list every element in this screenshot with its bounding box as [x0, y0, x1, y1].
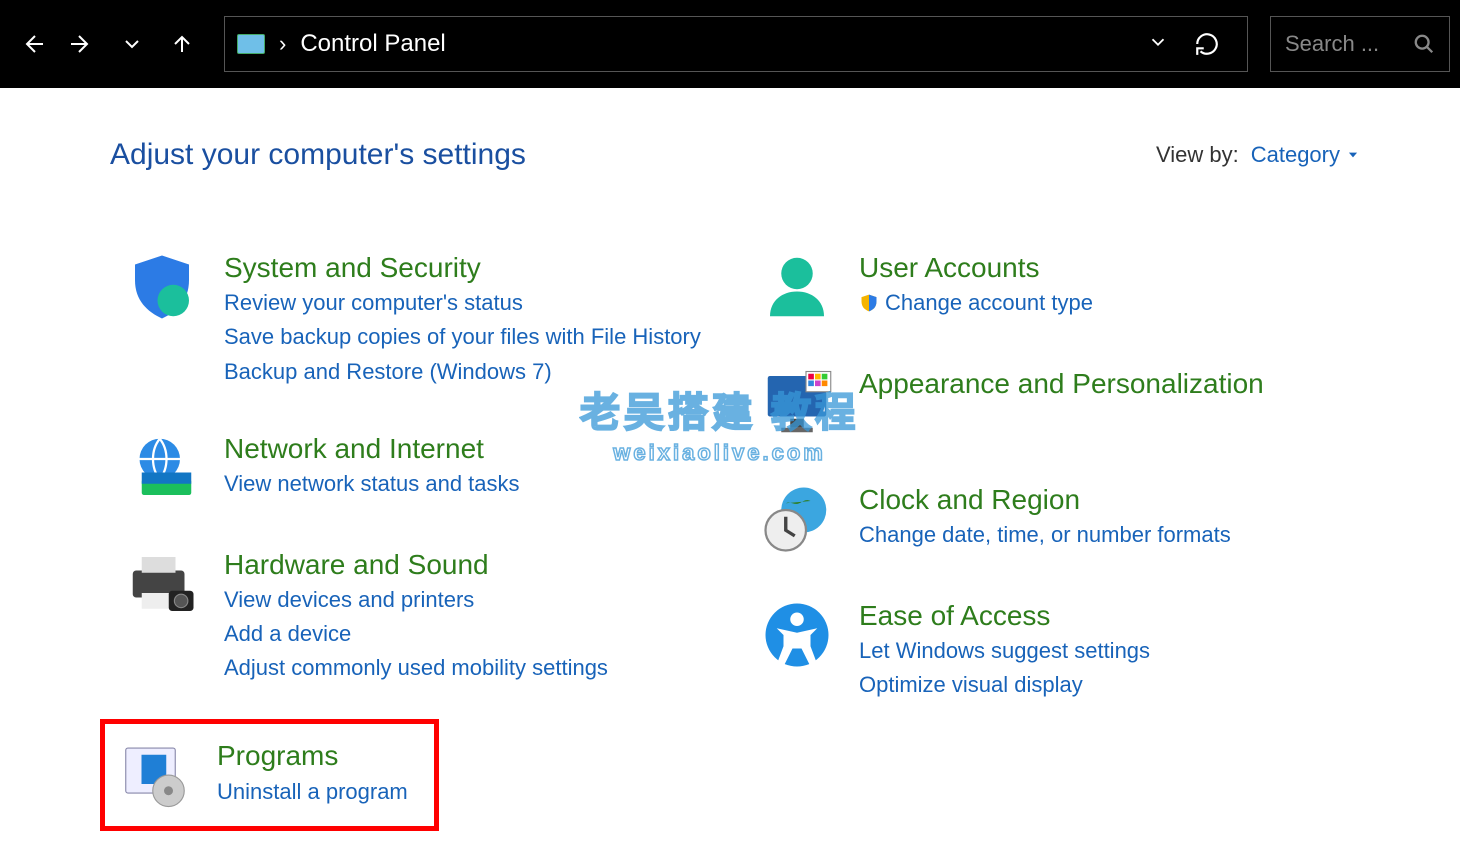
view-by-label: View by: [1156, 142, 1239, 168]
category-sublink[interactable]: View devices and printers [224, 583, 608, 617]
category-grid: System and Security Review your computer… [110, 242, 1360, 857]
user-icon [753, 250, 841, 324]
recent-locations-button[interactable] [110, 22, 154, 66]
category-title-link[interactable]: System and Security [224, 250, 701, 286]
category-appearance-personalization: Appearance and Personalization [745, 358, 1360, 448]
shield-icon [118, 250, 206, 324]
category-sublink[interactable]: Uninstall a program [217, 775, 408, 809]
arrow-left-icon [20, 32, 44, 56]
category-user-accounts: User Accounts Change account type [745, 242, 1360, 332]
category-hardware-sound: Hardware and Sound View devices and prin… [110, 539, 725, 694]
category-ease-of-access: Ease of Access Let Windows suggest setti… [745, 590, 1360, 711]
programs-icon [111, 738, 199, 812]
forward-button[interactable] [60, 22, 104, 66]
chevron-down-icon [120, 32, 144, 56]
category-sublink[interactable]: Review your computer's status [224, 286, 701, 320]
chevron-down-icon [1147, 31, 1169, 53]
printer-icon [118, 547, 206, 621]
category-title-link[interactable]: Ease of Access [859, 598, 1150, 634]
monitor-icon [753, 366, 841, 440]
category-sublink[interactable]: View network status and tasks [224, 467, 520, 501]
uac-shield-icon [859, 293, 879, 313]
category-sublink[interactable]: Save backup copies of your files with Fi… [224, 320, 701, 354]
category-sublink[interactable]: Optimize visual display [859, 668, 1150, 702]
clock-globe-icon [753, 482, 841, 556]
search-input[interactable]: Search ... [1270, 16, 1450, 72]
category-sublink[interactable]: Change account type [859, 286, 1093, 320]
category-sublink[interactable]: Backup and Restore (Windows 7) [224, 355, 701, 389]
category-programs: Programs Uninstall a program [100, 719, 439, 831]
control-panel-icon [237, 34, 265, 54]
accessibility-icon [753, 598, 841, 672]
refresh-icon [1194, 31, 1220, 57]
category-column-right: User Accounts Change account type Appear… [745, 242, 1360, 857]
content-area: Adjust your computer's settings View by:… [0, 88, 1460, 857]
category-sublink[interactable]: Add a device [224, 617, 608, 651]
view-by-value: Category [1251, 142, 1340, 168]
up-button[interactable] [160, 22, 204, 66]
title-bar: › Control Panel Search ... [0, 0, 1460, 88]
category-title-link[interactable]: Programs [217, 738, 408, 774]
view-by-dropdown[interactable]: Category [1251, 142, 1360, 168]
category-sublink-text: Change account type [885, 286, 1093, 320]
category-title-link[interactable]: Network and Internet [224, 431, 520, 467]
page-title: Adjust your computer's settings [110, 138, 526, 172]
category-column-left: System and Security Review your computer… [110, 242, 725, 857]
refresh-button[interactable] [1179, 16, 1235, 72]
category-clock-region: Clock and Region Change date, time, or n… [745, 474, 1360, 564]
globe-icon [118, 431, 206, 505]
category-title-link[interactable]: Hardware and Sound [224, 547, 608, 583]
address-bar[interactable]: › Control Panel [224, 16, 1248, 72]
content-header: Adjust your computer's settings View by:… [110, 138, 1360, 172]
category-title-link[interactable]: Clock and Region [859, 482, 1231, 518]
category-title-link[interactable]: User Accounts [859, 250, 1093, 286]
category-sublink[interactable]: Adjust commonly used mobility settings [224, 651, 608, 685]
back-button[interactable] [10, 22, 54, 66]
search-icon [1413, 33, 1435, 55]
caret-down-icon [1346, 148, 1360, 162]
category-sublink[interactable]: Change date, time, or number formats [859, 518, 1231, 552]
category-system-security: System and Security Review your computer… [110, 242, 725, 397]
category-title-link[interactable]: Appearance and Personalization [859, 366, 1264, 402]
breadcrumb-location[interactable]: Control Panel [300, 30, 445, 58]
view-by: View by: Category [1156, 142, 1360, 168]
category-network-internet: Network and Internet View network status… [110, 423, 725, 513]
arrow-up-icon [170, 32, 194, 56]
search-placeholder: Search ... [1285, 31, 1379, 57]
arrow-right-icon [70, 32, 94, 56]
breadcrumb-separator-icon: › [275, 31, 290, 57]
address-dropdown-button[interactable] [1147, 31, 1169, 58]
category-sublink[interactable]: Let Windows suggest settings [859, 634, 1150, 668]
